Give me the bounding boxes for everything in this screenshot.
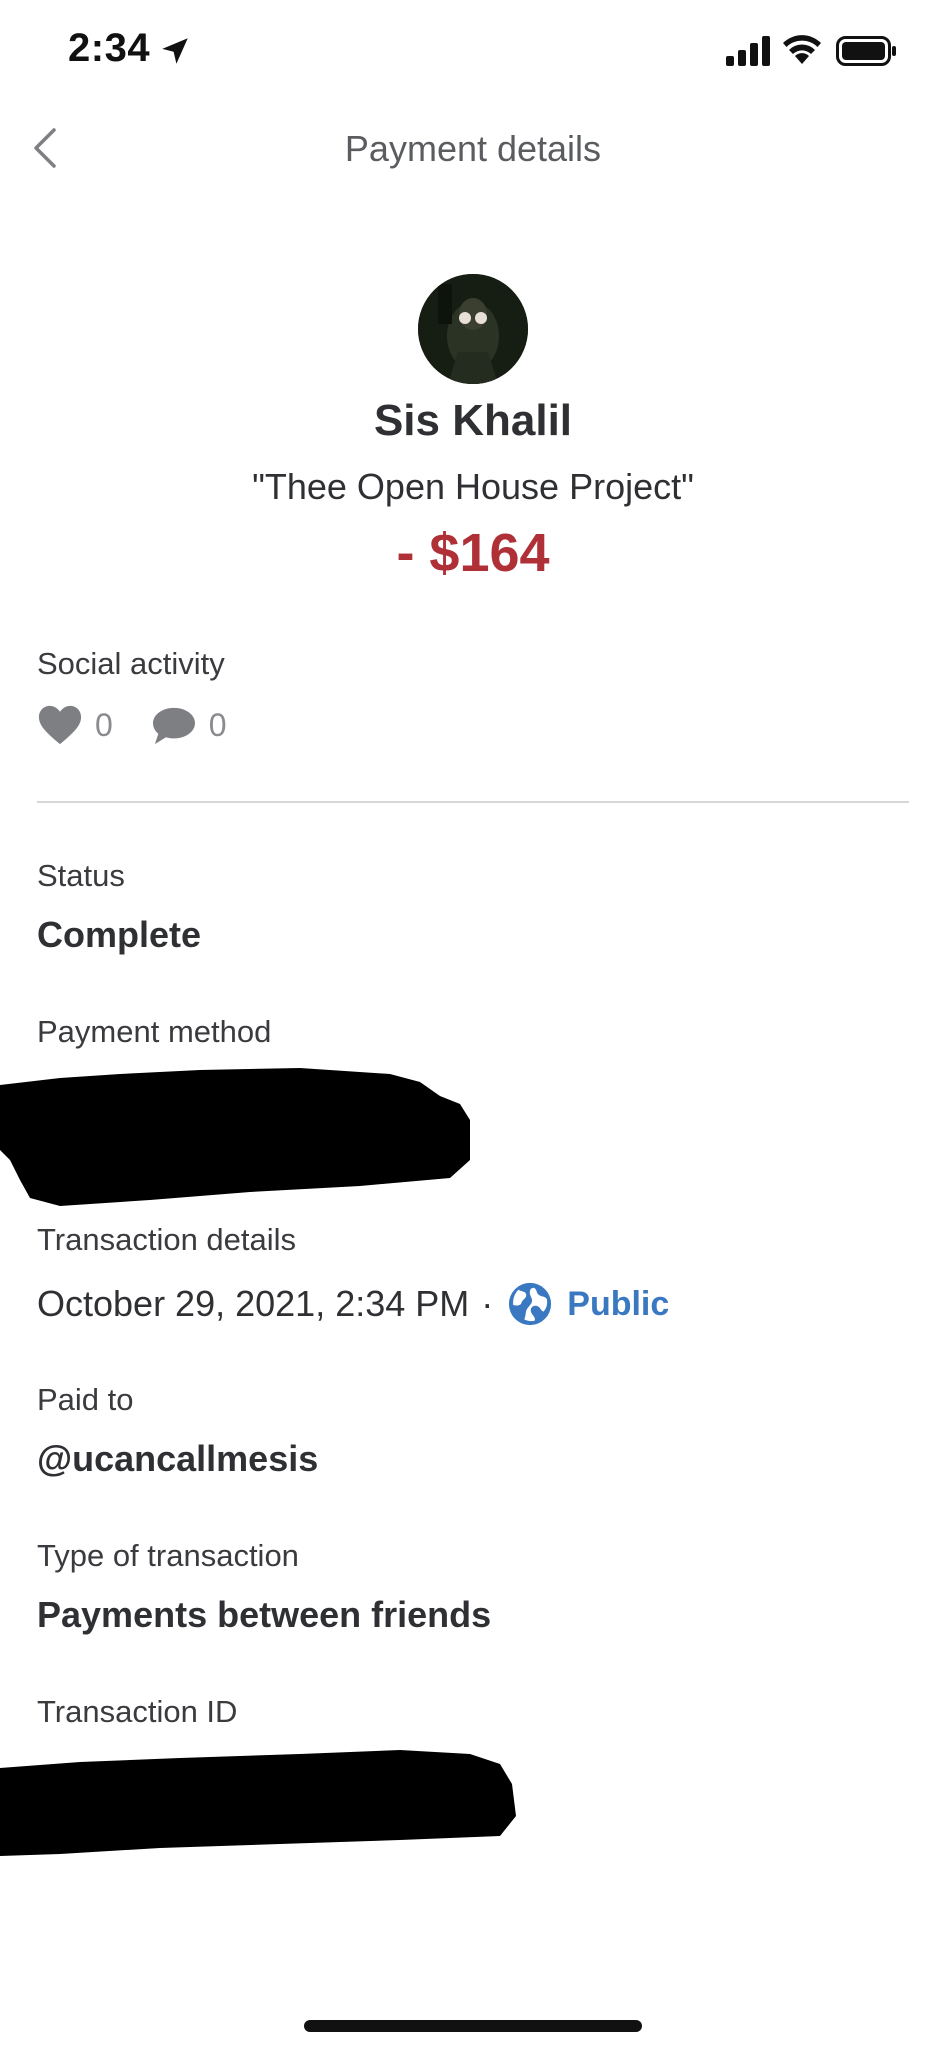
comment-icon[interactable]: [151, 704, 197, 746]
battery-icon: [836, 36, 896, 66]
transaction-details-row: October 29, 2021, 2:34 PM · Public: [37, 1280, 669, 1328]
status-value: Complete: [37, 914, 202, 955]
wifi-icon: [783, 35, 821, 64]
payee-name: Sis Khalil: [373, 396, 573, 445]
heart-icon[interactable]: [37, 703, 83, 747]
redaction-mark: [0, 1068, 470, 1206]
transaction-type-label: Type of transaction: [37, 1538, 299, 1573]
separator-dot: ·: [481, 1283, 494, 1324]
cellular-signal-icon: [726, 36, 770, 66]
transaction-details-label: Transaction details: [37, 1222, 297, 1257]
visibility-public-link[interactable]: Public: [567, 1285, 669, 1324]
paid-to-username[interactable]: @ucancallmesis: [37, 1438, 318, 1480]
transaction-type-value: Payments between friends: [37, 1594, 492, 1635]
payment-note: "Thee Open House Project": [252, 466, 694, 507]
transaction-id-label: Transaction ID: [37, 1694, 238, 1729]
home-indicator: [304, 2020, 642, 2032]
status-label: Status: [37, 858, 125, 893]
payment-method-label: Payment method: [37, 1014, 272, 1049]
status-bar-time: 2:34: [68, 26, 151, 70]
paid-to-label: Paid to: [37, 1382, 134, 1417]
avatar[interactable]: [418, 274, 528, 384]
redaction-mark: [0, 1750, 516, 1856]
transaction-datetime: October 29, 2021, 2:34 PM: [37, 1283, 470, 1324]
page-title: Payment details: [344, 128, 602, 169]
social-activity-label: Social activity: [37, 646, 225, 681]
divider: [37, 801, 909, 803]
globe-icon: [509, 1282, 552, 1326]
likes-count: 0: [95, 706, 113, 743]
social-activity-row: 0 0: [37, 700, 227, 750]
location-arrow-icon: [162, 38, 188, 64]
payment-amount: - $164: [396, 523, 550, 583]
comments-count: 0: [208, 706, 227, 743]
